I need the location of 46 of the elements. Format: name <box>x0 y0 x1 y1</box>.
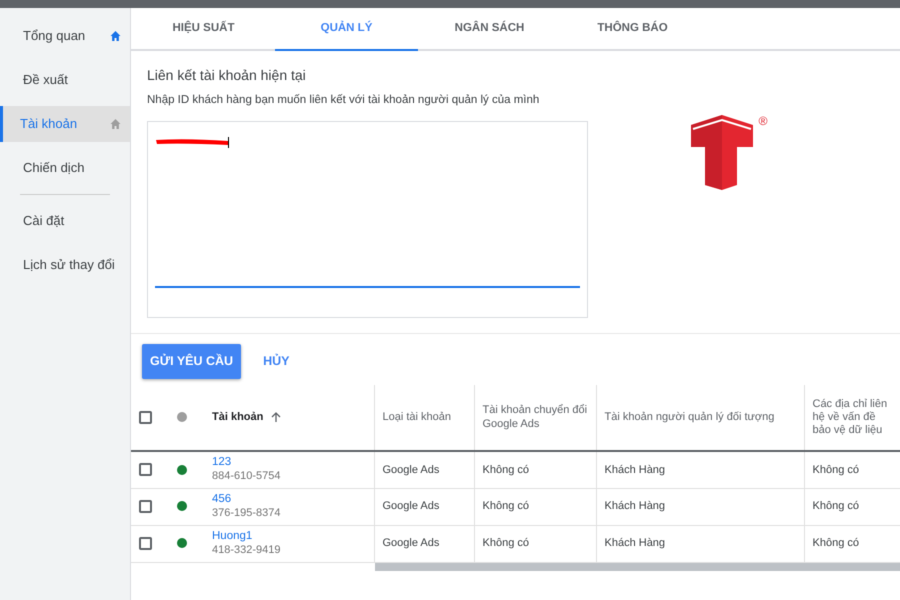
table-cell: Google Ads <box>374 451 474 488</box>
sort-arrow-icon[interactable] <box>271 412 282 422</box>
column-header: Loại tài khoản <box>374 385 474 451</box>
account-link[interactable]: 123 <box>212 456 366 470</box>
cancel-button[interactable]: HỦY <box>255 344 298 379</box>
sidebar-item[interactable]: Lịch sử thay đổi <box>0 247 130 283</box>
submit-request-button[interactable]: GỬI YÊU CẦU <box>142 344 242 379</box>
account-id: 418-332-9419 <box>212 544 282 557</box>
tab[interactable]: THÔNG BÁO <box>561 8 704 51</box>
tab[interactable]: HIỆU SUẤT <box>132 8 275 51</box>
section-title: Liên kết tài khoản hiện tại <box>147 66 307 85</box>
table-cell: Không có <box>804 525 900 562</box>
tab[interactable]: QUẢN LÝ <box>275 8 418 51</box>
account-id: 884-610-5754 <box>212 470 282 484</box>
row-checkbox[interactable] <box>139 536 152 550</box>
row-checkbox[interactable] <box>139 463 152 476</box>
customer-id-field[interactable] <box>147 121 588 318</box>
section-description: Nhập ID khách hàng bạn muốn liên kết với tài khoản người quản lý của mình <box>147 93 540 108</box>
home-icon[interactable] <box>109 30 122 42</box>
tab[interactable]: NGÂN SÁCH <box>418 8 561 51</box>
sidebar-item[interactable]: Tài khoản <box>0 106 130 142</box>
table-cell: Không có <box>804 451 900 488</box>
status-icon <box>177 412 187 422</box>
select-all-checkbox[interactable] <box>139 410 152 424</box>
registered-mark: ® <box>758 115 768 130</box>
table-cell: Không có <box>804 488 900 525</box>
table-cell: Không có <box>474 451 596 488</box>
account-link[interactable]: 456 <box>212 493 366 507</box>
column-header: Tài khoản người quản lý đối tượng <box>596 385 804 451</box>
column-header[interactable]: Tài khoản <box>212 410 264 423</box>
table-cell: Google Ads <box>374 525 474 562</box>
table-cell: Khách Hàng <box>596 451 804 488</box>
sidebar-item[interactable]: Tổng quan <box>0 18 130 54</box>
table-cell: Google Ads <box>374 488 474 525</box>
sidebar-item[interactable]: Chiến dịch <box>0 150 130 186</box>
row-checkbox[interactable] <box>139 500 152 513</box>
table-cell: Khách Hàng <box>596 488 804 525</box>
table-cell: Không có <box>474 525 596 562</box>
column-header: Các địa chỉ liên hệ về vấn đề bảo vệ dữ liệu <box>804 385 900 451</box>
table-cell: Khách Hàng <box>596 525 804 562</box>
account-link[interactable]: Huong1 <box>212 530 366 544</box>
sidebar-item[interactable]: Đề xuất <box>0 62 130 98</box>
table-cell: Không có <box>474 488 596 525</box>
column-header: Tài khoản chuyển đổi Google Ads <box>474 385 596 451</box>
sidebar-item[interactable]: Cài đặt <box>0 203 130 239</box>
account-id: 376-195-8374 <box>212 506 282 520</box>
